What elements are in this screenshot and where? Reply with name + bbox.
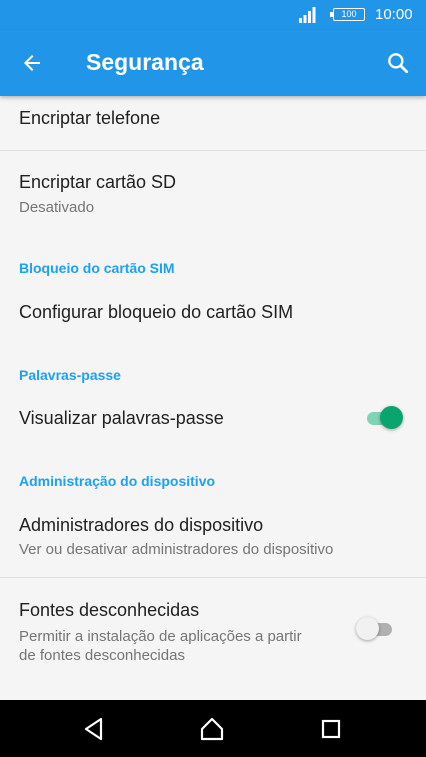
navigation-bar bbox=[0, 700, 426, 757]
show-passwords-title: Visualizar palavras-passe bbox=[19, 408, 224, 428]
settings-list: Encriptar telefone Encriptar cartão SD D… bbox=[0, 96, 426, 700]
device-admins-title: Administradores do dispositivo bbox=[19, 515, 264, 535]
unknown-sources-title: Fontes desconhecidas bbox=[19, 600, 200, 620]
switch-thumb bbox=[356, 617, 379, 640]
battery-icon: 100 bbox=[330, 8, 365, 21]
encrypt-sd-summary: Desativado bbox=[19, 199, 95, 216]
signal-icon bbox=[299, 7, 316, 23]
encrypt-sd-item[interactable]: Encriptar cartão SD Desativado bbox=[0, 151, 426, 231]
category-passwords: Palavras-passe bbox=[19, 367, 121, 383]
clock: 10:00 bbox=[375, 6, 413, 23]
arrow-back-icon[interactable] bbox=[20, 51, 44, 75]
show-passwords-switch[interactable] bbox=[363, 406, 403, 430]
encrypt-phone-item[interactable]: Encriptar telefone bbox=[0, 96, 426, 150]
unknown-sources-switch[interactable] bbox=[356, 617, 396, 641]
page-title: Segurança bbox=[86, 49, 204, 75]
device-admins-item[interactable]: Administradores do dispositivo Ver ou de… bbox=[0, 499, 426, 577]
unknown-sources-summary-line1: Permitir a instalação de aplicações a pa… bbox=[19, 628, 302, 645]
sim-lock-title: Configurar bloqueio do cartão SIM bbox=[19, 302, 294, 322]
unknown-sources-item[interactable]: Fontes desconhecidas Permitir a instalaç… bbox=[0, 578, 426, 678]
category-sim-lock: Bloqueio do cartão SIM bbox=[19, 260, 175, 276]
category-device-admin: Administração do dispositivo bbox=[19, 473, 216, 489]
unknown-sources-summary-line2: de fontes desconhecidas bbox=[19, 647, 185, 664]
battery-level: 100 bbox=[341, 9, 357, 19]
back-triangle-icon[interactable] bbox=[81, 716, 107, 742]
encrypt-sd-title: Encriptar cartão SD bbox=[19, 172, 177, 192]
search-icon[interactable] bbox=[385, 50, 411, 76]
toolbar: Segurança bbox=[0, 30, 426, 96]
show-passwords-item[interactable]: Visualizar palavras-passe bbox=[0, 394, 426, 444]
device-admins-summary: Ver ou desativar administradores do disp… bbox=[19, 541, 334, 558]
recents-square-icon[interactable] bbox=[318, 716, 344, 742]
home-icon[interactable] bbox=[199, 716, 225, 742]
status-bar: 100 10:00 bbox=[0, 0, 426, 30]
switch-thumb bbox=[380, 406, 403, 429]
sim-lock-item[interactable]: Configurar bloqueio do cartão SIM bbox=[0, 286, 426, 336]
encrypt-phone-title: Encriptar telefone bbox=[19, 108, 161, 128]
